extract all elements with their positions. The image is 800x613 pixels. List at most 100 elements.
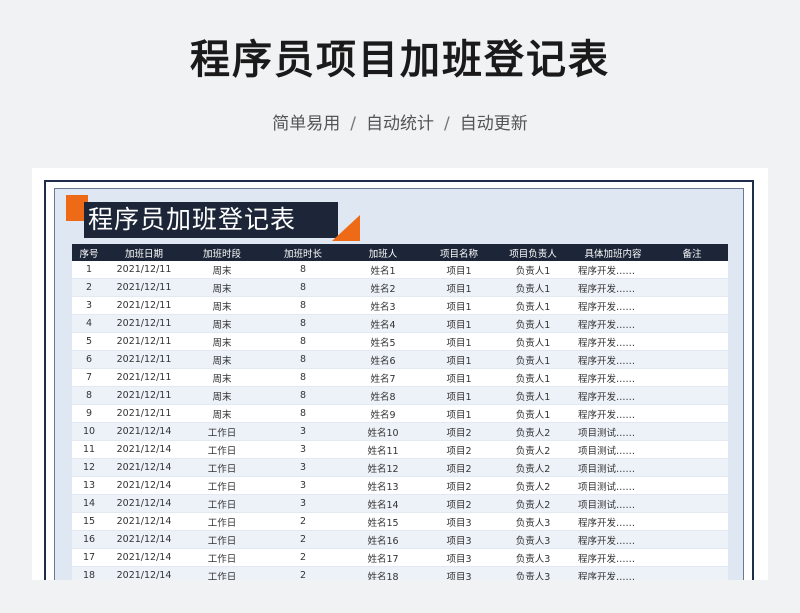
table-cell: 3 [262,422,344,441]
table-cell: 负责人3 [496,530,570,549]
table-cell: 工作日 [182,530,262,549]
table-cell: 项目3 [422,530,496,549]
table-cell: 项目测试…… [570,440,656,459]
table-cell: 负责人1 [496,296,570,315]
table-cell: 程序开发…… [570,261,656,279]
table-cell: 负责人2 [496,476,570,495]
table-cell: 2021/12/14 [106,530,182,549]
table-cell [656,494,728,513]
table-cell: 负责人1 [496,386,570,405]
table-cell: 项目测试…… [570,422,656,441]
table-cell: 工作日 [182,548,262,567]
sheet-title: 程序员加班登记表 [88,205,297,234]
table-cell: 7 [72,368,106,387]
table-cell [656,548,728,567]
table-cell: 项目3 [422,512,496,531]
sheet-preview-card: 程序员加班登记表 序号 加班日期 加班时段 加班时长 加班人 项目名称 项目负责人 具体加班内… [32,168,768,580]
table-cell: 负责人3 [496,566,570,580]
table-cell: 姓名13 [344,476,422,495]
table-cell: 周末 [182,296,262,315]
table-cell: 负责人1 [496,278,570,297]
table-cell: 2021/12/14 [106,476,182,495]
table-row: 14 2021/12/14 工作日 3 姓名14 项目2 负责人2 项目测试…… [72,494,728,513]
table-cell: 姓名17 [344,548,422,567]
table-cell: 3 [262,476,344,495]
table-cell [656,386,728,405]
table-cell: 2021/12/14 [106,422,182,441]
table-cell [656,332,728,351]
table-cell: 程序开发…… [570,548,656,567]
table-cell: 8 [262,278,344,297]
table-cell: 姓名4 [344,314,422,333]
table-cell: 周末 [182,350,262,369]
table-cell: 工作日 [182,476,262,495]
table-cell: 程序开发…… [570,386,656,405]
table-row: 17 2021/12/14 工作日 2 姓名17 项目3 负责人3 程序开发…… [72,548,728,567]
table-cell: 程序开发…… [570,404,656,423]
table-cell: 姓名10 [344,422,422,441]
table-cell: 项目2 [422,440,496,459]
column-header: 加班时段 [182,244,262,261]
table-cell: 2 [72,278,106,297]
table-cell: 12 [72,458,106,477]
table-row: 11 2021/12/14 工作日 3 姓名11 项目2 负责人2 项目测试…… [72,440,728,459]
table-cell: 2021/12/14 [106,494,182,513]
table-cell: 4 [72,314,106,333]
table-cell: 13 [72,476,106,495]
table-cell: 项目1 [422,386,496,405]
sheet-banner: 程序员加班登记表 [66,195,366,245]
table-cell [656,566,728,580]
table-cell: 负责人1 [496,314,570,333]
table-cell: 负责人2 [496,440,570,459]
table-cell: 负责人1 [496,261,570,279]
table-row: 12 2021/12/14 工作日 3 姓名12 项目2 负责人2 项目测试…… [72,458,728,477]
table-cell: 15 [72,512,106,531]
table-cell: 项目3 [422,566,496,580]
table-cell: 程序开发…… [570,314,656,333]
table-cell: 项目2 [422,494,496,513]
subtitle-item-auto-stats: 自动统计 [366,114,434,134]
table-cell: 姓名12 [344,458,422,477]
table-cell: 工作日 [182,440,262,459]
table-cell: 9 [72,404,106,423]
table-cell: 程序开发…… [570,530,656,549]
table-cell: 10 [72,422,106,441]
column-header: 具体加班内容 [570,244,656,261]
column-header: 加班人 [344,244,422,261]
subtitle-item-easy: 简单易用 [272,114,341,134]
column-header: 备注 [656,244,728,261]
table-cell: 2021/12/14 [106,548,182,567]
table-row: 3 2021/12/11 周末 8 姓名3 项目1 负责人1 程序开发…… [72,296,728,315]
table-cell: 2021/12/14 [106,458,182,477]
table-cell [656,512,728,531]
table-cell: 2021/12/14 [106,440,182,459]
table-cell: 项目测试…… [570,476,656,495]
table-cell [656,476,728,495]
table-cell: 姓名3 [344,296,422,315]
table-cell: 8 [262,296,344,315]
table-row: 13 2021/12/14 工作日 3 姓名13 项目2 负责人2 项目测试…… [72,476,728,495]
overtime-table: 序号 加班日期 加班时段 加班时长 加班人 项目名称 项目负责人 具体加班内容 备注 1 2021… [72,244,728,580]
table-row: 5 2021/12/11 周末 8 姓名5 项目1 负责人1 程序开发…… [72,332,728,351]
table-cell: 程序开发…… [570,350,656,369]
table-cell: 项目测试…… [570,494,656,513]
table-cell: 2021/12/11 [106,368,182,387]
table-row: 2 2021/12/11 周末 8 姓名2 项目1 负责人1 程序开发…… [72,278,728,297]
subtitle-separator: / [444,114,450,134]
table-row: 10 2021/12/14 工作日 3 姓名10 项目2 负责人2 项目测试…… [72,422,728,441]
table-cell: 5 [72,332,106,351]
table-cell: 程序开发…… [570,368,656,387]
subtitle-item-auto-update: 自动更新 [459,114,528,134]
table-cell: 2021/12/11 [106,386,182,405]
table-header-row: 序号 加班日期 加班时段 加班时长 加班人 项目名称 项目负责人 具体加班内容 备注 [72,244,728,261]
table-cell: 姓名2 [344,278,422,297]
table-cell: 姓名1 [344,261,422,279]
table-cell: 周末 [182,368,262,387]
table-cell: 项目1 [422,404,496,423]
table-cell: 8 [262,386,344,405]
table-row: 15 2021/12/14 工作日 2 姓名15 项目3 负责人3 程序开发…… [72,512,728,531]
table-cell: 2021/12/11 [106,350,182,369]
table-cell: 项目1 [422,278,496,297]
table-row: 4 2021/12/11 周末 8 姓名4 项目1 负责人1 程序开发…… [72,314,728,333]
table-cell: 项目1 [422,314,496,333]
